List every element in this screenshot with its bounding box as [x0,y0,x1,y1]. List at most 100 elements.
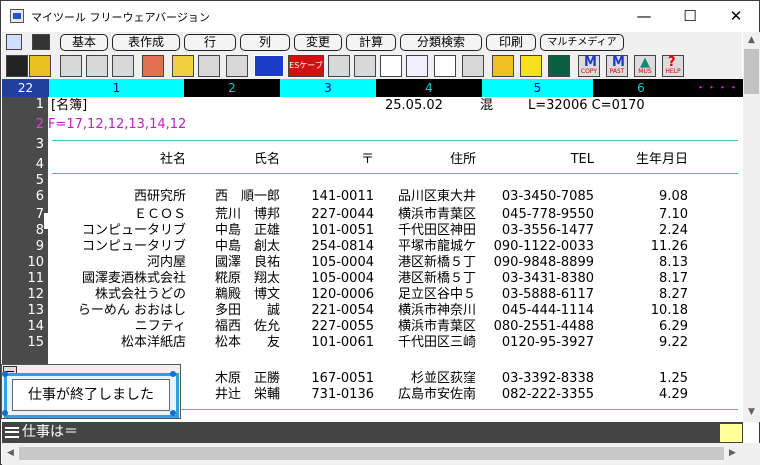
cell-zip[interactable]: 254-0814 [282,239,374,255]
header-address[interactable]: 住所 [376,152,476,168]
cell-addr[interactable]: 足立区谷中５ [376,287,476,303]
cell-company[interactable]: 國澤麦酒株式会社 [48,271,186,287]
cell-company[interactable]: コンピュータリブ [48,223,186,239]
scroll-down-arrow-icon[interactable]: ▼ [743,404,760,421]
cell-tel[interactable]: 080-2551-4488 [478,319,594,335]
menu-sort-search[interactable]: 分類検索 [400,34,482,51]
speaker-icon[interactable] [462,55,484,77]
ruler-col-3[interactable]: 3 [280,79,376,97]
maximize-button[interactable]: ☐ [667,1,713,31]
resize-handle[interactable] [170,371,176,377]
cell-company[interactable]: ニフティ [48,319,186,335]
layout-icon[interactable] [32,34,50,50]
cell-birth[interactable]: 8.17 [596,271,688,287]
cell-name[interactable]: 福西 佐允 [188,319,280,335]
cell-company[interactable]: 株式会社うどの [48,287,186,303]
cell-birth[interactable]: 10.18 [596,303,688,319]
horizontal-scroll-thumb[interactable] [19,447,724,460]
cell-addr[interactable]: 横浜市神奈川 [376,303,476,319]
cell-zip[interactable]: 105-0004 [282,255,374,271]
cell-birth[interactable]: 4.29 [596,387,688,403]
header-company[interactable]: 社名 [48,152,186,168]
cell-zip[interactable]: 101-0061 [282,335,374,351]
copy-m-button[interactable]: M COPY [578,55,600,77]
menu-lines-icon[interactable] [5,427,19,438]
table-row[interactable]: 河内屋 國澤 良祐 105-0004 港区新橋５丁 090-9848-8899 8.13 [48,255,741,271]
cell-tel[interactable]: 03-3431-8380 [478,271,594,287]
resize-handle[interactable] [2,371,8,377]
cell-zip[interactable]: 101-0051 [282,223,374,239]
cell-addr[interactable]: 千代田区三崎 [376,335,476,351]
cell-addr[interactable]: 横浜市青葉区 [376,207,476,223]
cell-company[interactable]: 河内屋 [48,255,186,271]
cell-company[interactable]: 松本洋紙店 [48,335,186,351]
menu-column[interactable]: 列 [240,34,290,51]
title-bar[interactable]: マイツール フリーウェアバージョン — ☐ ✕ [1,1,759,32]
cell-name[interactable]: 西 順一郎 [188,189,280,205]
print-preview-icon[interactable] [226,55,248,77]
cell-name[interactable]: 中島 創太 [188,239,280,255]
cell-company[interactable]: らーめん おおはし [48,303,186,319]
cell-company[interactable]: コンピュータリブ [48,239,186,255]
cell-zip[interactable]: 731-0136 [282,387,374,403]
window-icon[interactable] [6,55,28,77]
cell-name[interactable]: 松本 友 [188,335,280,351]
table-row[interactable]: コンピュータリブ 中島 正雄 101-0051 千代田区神田 03-3556-1477 2… [48,223,741,239]
insert-row-icon[interactable] [380,55,402,77]
cell-tel[interactable]: 082-222-3355 [478,387,594,403]
cell-name[interactable]: 鵜殿 博文 [188,287,280,303]
scroll-left-arrow-icon[interactable]: ◀ [2,445,19,462]
print-icon[interactable] [198,55,220,77]
horizontal-scrollbar[interactable]: ◀ ▶ [2,443,760,465]
table-row[interactable]: 國澤麦酒株式会社 糀原 翔太 105-0004 港区新橋５丁 03-3431-8380 8… [48,271,741,287]
fax-icon[interactable] [142,55,164,77]
cell-name[interactable]: 荒川 博邦 [188,207,280,223]
help-button[interactable]: ? HELP [662,55,684,77]
insert-column-icon[interactable] [406,55,428,77]
cell-company[interactable]: ＥＣＯＳ [48,207,186,223]
book-icon[interactable] [492,55,514,77]
cell-tel[interactable]: 03-3392-8338 [478,371,594,387]
menu-change[interactable]: 変更 [294,34,342,51]
cell-addr[interactable]: 港区新橋５丁 [376,255,476,271]
cell-birth[interactable]: 1.25 [596,371,688,387]
menu-print[interactable]: 印刷 [486,34,536,51]
cell-addr[interactable]: 平塚市龍城ケ [376,239,476,255]
cell-tel[interactable]: 045-444-1114 [478,303,594,319]
cell-name[interactable]: 國澤 良祐 [188,255,280,271]
message-dialog[interactable]: 仕事が終了しました [1,364,181,419]
scroll-up-arrow-icon[interactable]: ▲ [743,32,760,49]
cell-zip[interactable]: 141-0011 [282,189,374,205]
app-icon[interactable] [10,9,24,23]
cell-birth[interactable]: 9.22 [596,335,688,351]
cell-birth[interactable]: 2.24 [596,223,688,239]
cell-zip[interactable]: 227-0044 [282,207,374,223]
document-icon[interactable] [172,55,194,77]
cell-addr[interactable]: 千代田区神田 [376,223,476,239]
ruler-col-5[interactable]: 5 [482,79,593,97]
menu-multimedia[interactable]: マルチメディア [540,34,624,51]
cell-tel[interactable]: 03-5888-6117 [478,287,594,303]
ruler-col-2[interactable]: 2 [184,79,280,97]
cell-zip[interactable]: 120-0006 [282,287,374,303]
cell-addr[interactable]: 品川区東大井 [376,189,476,205]
table-row[interactable]: 松本洋紙店 松本 友 101-0061 千代田区三崎 0120-95-3927 9.22 [48,335,741,351]
eraser-icon[interactable] [328,55,350,77]
cell-tel[interactable]: 03-3450-7085 [478,189,594,205]
cell-name[interactable]: 中島 正雄 [188,223,280,239]
table-row[interactable]: ＥＣＯＳ 荒川 博邦 227-0044 横浜市青葉区 045-778-9550 7.10 [48,207,741,223]
cell-name[interactable]: 糀原 翔太 [188,271,280,287]
copy-window-icon[interactable] [86,55,108,77]
table-row[interactable]: 西研究所西 順一郎 141-0011 品川区東大井 03-3450-7085 9.08 [48,189,741,205]
cell-name[interactable]: 多田 誠 [188,303,280,319]
header-birthday[interactable]: 生年月日 [596,152,688,168]
ruler-col-4[interactable]: 4 [376,79,482,97]
cell-birth[interactable]: 9.08 [596,189,688,205]
cell-birth[interactable]: 8.27 [596,287,688,303]
color-palette-icon[interactable] [29,55,51,77]
cell-tel[interactable]: 03-3556-1477 [478,223,594,239]
cell-addr[interactable]: 広島市安佐南 [376,387,476,403]
ruler-col-1[interactable]: 1 [49,79,184,97]
menu-calc[interactable]: 計算 [346,34,396,51]
command-prompt[interactable]: 仕事は＝ [22,422,78,443]
